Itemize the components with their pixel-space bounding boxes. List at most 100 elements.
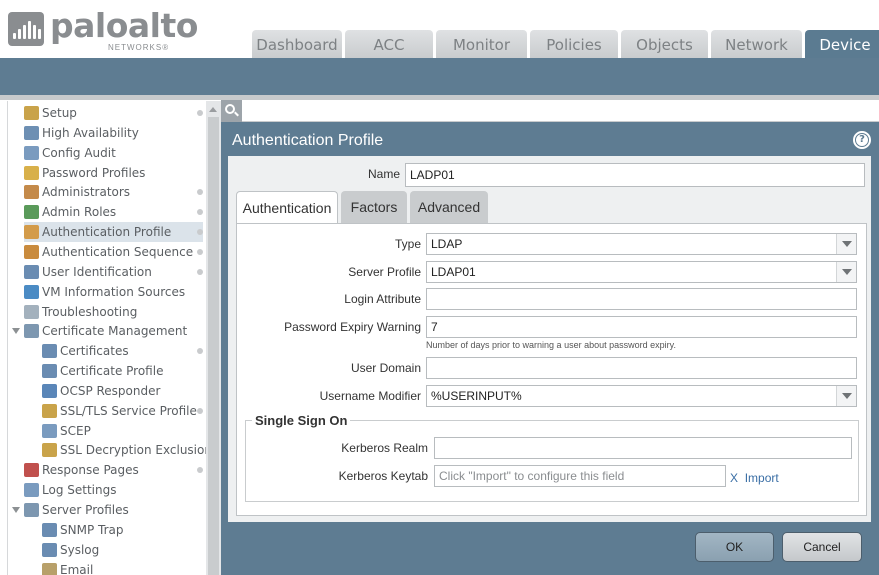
ocsp-responder-icon (42, 383, 57, 398)
sidebar-item-label: SCEP (60, 423, 91, 438)
top-header: paloalto NETWORKS® Dashboard ACC Monitor… (0, 0, 879, 58)
main-tabs: Dashboard ACC Monitor Policies Objects N… (252, 30, 879, 58)
tab-advanced[interactable]: Advanced (410, 191, 488, 224)
administrators-icon (24, 185, 39, 200)
single-sign-on-title: Single Sign On (252, 413, 351, 428)
password-expiry-label: Password Expiry Warning (284, 320, 421, 334)
user-domain-field[interactable] (426, 357, 857, 379)
sidebar-item-certificates[interactable]: Certificates (42, 341, 203, 361)
sidebar-item-vm-information-sources[interactable]: VM Information Sources (24, 282, 203, 302)
search-icon[interactable] (221, 100, 242, 122)
tab-network[interactable]: Network (711, 30, 802, 58)
sidebar-item-label: Log Settings (42, 483, 117, 498)
server-profile-label: Server Profile (348, 265, 421, 279)
sidebar-item-response-pages[interactable]: Response Pages (24, 460, 203, 480)
snmp-trap-icon (42, 522, 57, 537)
sidebar-item-ssl-decryption-exclusion[interactable]: SSL Decryption Exclusion (42, 440, 212, 460)
ssl-tls-service-profile-icon (42, 403, 57, 418)
kerberos-keytab-label: Kerberos Keytab (338, 469, 428, 483)
sidebar-item-label: Certificate Management (42, 324, 188, 339)
sidebar-item-syslog[interactable]: Syslog (42, 540, 203, 560)
chevron-down-icon[interactable] (836, 262, 856, 282)
header-band (0, 58, 879, 95)
sidebar-item-admin-roles[interactable]: Admin Roles (24, 202, 203, 222)
status-dot-icon (197, 268, 203, 275)
admin-roles-icon (24, 205, 39, 220)
tab-policies[interactable]: Policies (530, 30, 618, 58)
sidebar-item-label: Administrators (42, 185, 131, 200)
logo-mark-icon (8, 12, 44, 46)
response-pages-icon (24, 463, 39, 478)
server-profile-select[interactable]: LDAP01 (426, 261, 857, 283)
sidebar-item-authentication-profile[interactable]: Authentication Profile (24, 222, 203, 243)
tab-objects[interactable]: Objects (621, 30, 708, 58)
status-dot-icon (197, 407, 203, 414)
sidebar-item-config-audit[interactable]: Config Audit (24, 143, 203, 163)
sidebar-item-certificate-management[interactable]: Certificate Management (12, 321, 203, 341)
name-field[interactable]: LADP01 (405, 163, 865, 187)
type-value: LDAP (431, 237, 463, 251)
email-icon (42, 562, 57, 575)
username-modifier-label: Username Modifier (319, 389, 421, 403)
sidebar-item-email[interactable]: Email (42, 560, 203, 575)
sidebar-item-server-profiles[interactable]: Server Profiles (12, 500, 203, 520)
sidebar-item-user-identification[interactable]: User Identification (24, 262, 203, 282)
sidebar-item-administrators[interactable]: Administrators (24, 182, 203, 202)
kerberos-realm-field[interactable] (434, 437, 852, 459)
dialog-title: Authentication Profile (232, 132, 384, 149)
sidebar-item-label: Admin Roles (42, 205, 117, 220)
kerberos-keytab-field[interactable]: Click "Import" to configure this field (434, 465, 726, 487)
scep-icon (42, 423, 57, 438)
tab-factors[interactable]: Factors (341, 191, 407, 224)
help-icon[interactable]: ? (853, 131, 871, 149)
login-attribute-field[interactable] (426, 288, 857, 310)
cancel-button[interactable]: Cancel (782, 532, 862, 562)
sidebar-item-ocsp-responder[interactable]: OCSP Responder (42, 381, 203, 401)
sidebar-item-label: Password Profiles (42, 165, 146, 180)
sidebar-item-label: OCSP Responder (60, 383, 161, 398)
import-button[interactable]: X Import (730, 471, 779, 485)
high-availability-icon (24, 125, 39, 140)
sidebar-item-label: Setup (42, 106, 77, 120)
sidebar-item-high-availability[interactable]: High Availability (24, 123, 203, 143)
sidebar-item-password-profiles[interactable]: Password Profiles (24, 163, 203, 183)
expand-toggle-icon[interactable] (12, 507, 20, 513)
tab-device[interactable]: Device (805, 30, 879, 58)
logo-subtext: NETWORKS® (108, 43, 170, 52)
user-domain-label: User Domain (350, 361, 421, 375)
scroll-thumb[interactable] (208, 117, 219, 575)
scroll-up-icon[interactable] (209, 107, 217, 112)
ok-button[interactable]: OK (695, 532, 774, 562)
sidebar-item-label: VM Information Sources (42, 284, 186, 299)
certificates-icon (42, 344, 57, 359)
sidebar-item-label: Email (60, 562, 94, 575)
sidebar-item-label: Response Pages (42, 463, 139, 478)
sidebar-item-label: Authentication Profile (42, 225, 172, 240)
search-input[interactable] (221, 100, 879, 122)
status-dot-icon (197, 229, 203, 236)
password-expiry-hint: Number of days prior to warning a user a… (426, 340, 676, 350)
chevron-down-icon[interactable] (836, 386, 856, 406)
sidebar-item-scep[interactable]: SCEP (42, 421, 203, 441)
sidebar-item-log-settings[interactable]: Log Settings (24, 480, 203, 500)
expand-toggle-icon[interactable] (12, 328, 20, 335)
username-modifier-select[interactable]: %USERINPUT% (426, 385, 857, 407)
tab-dashboard[interactable]: Dashboard (252, 30, 342, 58)
status-dot-icon (197, 209, 203, 216)
sidebar-item-troubleshooting[interactable]: Troubleshooting (24, 302, 203, 322)
sidebar-scrollbar[interactable] (206, 101, 221, 575)
sidebar-item-authentication-sequence[interactable]: Authentication Sequence (24, 242, 203, 262)
type-select[interactable]: LDAP (426, 233, 857, 255)
sidebar-item-snmp-trap[interactable]: SNMP Trap (42, 520, 203, 540)
tab-acc[interactable]: ACC (345, 30, 433, 58)
import-label: Import (744, 471, 779, 485)
tab-monitor[interactable]: Monitor (436, 30, 527, 58)
chevron-down-icon[interactable] (836, 234, 856, 254)
sidebar-item-ssl-tls-service-profile[interactable]: SSL/TLS Service Profile (42, 401, 203, 421)
password-profiles-icon (24, 165, 39, 180)
password-expiry-field[interactable]: 7 (426, 316, 857, 338)
sidebar-item-certificate-profile[interactable]: Certificate Profile (42, 361, 203, 381)
sidebar-item-setup[interactable]: Setup (24, 103, 203, 123)
status-dot-icon (197, 110, 203, 116)
tab-authentication[interactable]: Authentication (236, 191, 338, 224)
